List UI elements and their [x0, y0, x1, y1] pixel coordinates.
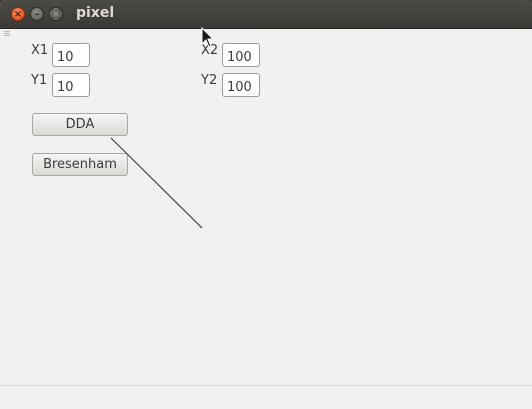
drawn-line — [110, 137, 203, 229]
status-bar — [0, 385, 532, 409]
mouse-cursor-icon — [201, 27, 215, 48]
drawing-canvas — [110, 137, 203, 229]
app-window: × – □ pixel X1 Y1 X2 Y2 DDA Bresenham — [0, 0, 532, 409]
